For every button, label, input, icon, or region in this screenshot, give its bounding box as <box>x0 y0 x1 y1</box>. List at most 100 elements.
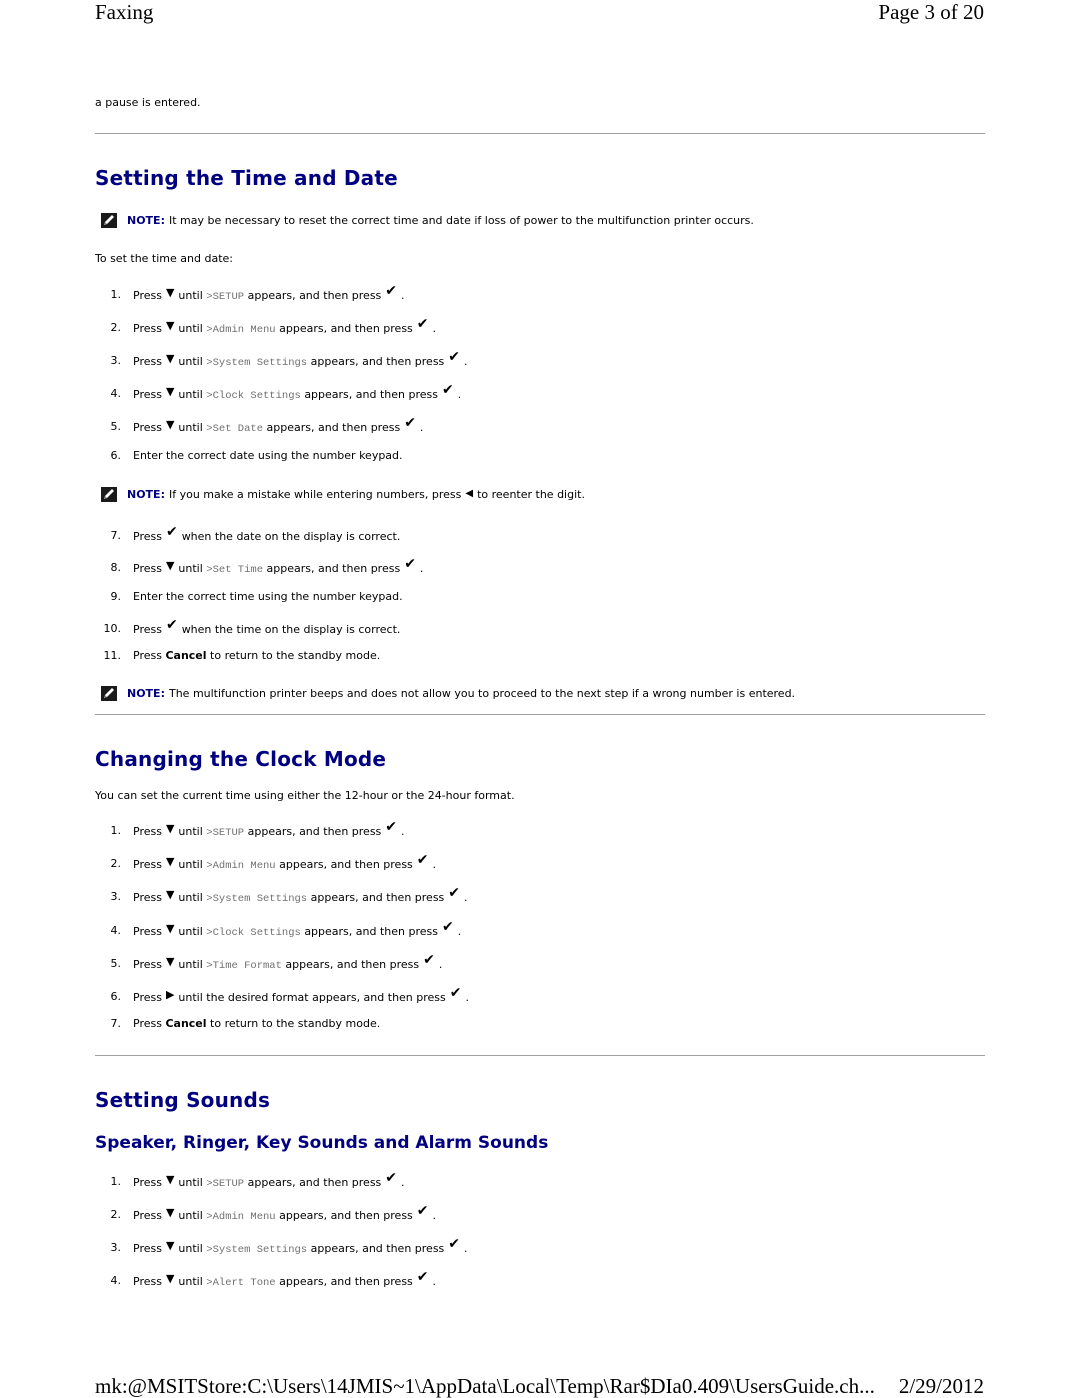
step-body: Press ▼ until >Set Date appears, and then … <box>133 416 423 436</box>
step-text: when the date on the display is correct. <box>181 530 401 543</box>
press-label: Press <box>133 649 162 662</box>
cancel-key-label: Cancel <box>165 1017 207 1030</box>
press-label: Press <box>133 355 162 368</box>
press-label: Press <box>133 1017 162 1030</box>
down-arrow-icon: ▼ <box>165 1206 175 1219</box>
section-divider <box>95 1055 985 1056</box>
note-label: NOTE: <box>127 213 165 227</box>
cancel-key-label: Cancel <box>165 649 207 662</box>
menu-item-name: >Set Time <box>206 564 264 576</box>
checkmark-icon: ✔ <box>165 617 178 633</box>
step-text: appears, and then press <box>285 958 420 971</box>
pencil-note-icon <box>101 213 117 228</box>
period: . <box>432 322 437 335</box>
down-arrow-icon: ▼ <box>165 418 175 431</box>
step-body: Press ▼ until >Admin Menu appears, and the… <box>133 1204 437 1224</box>
heading-setting-time-date: Setting the Time and Date <box>95 166 398 190</box>
menu-item-name: >Set Date <box>206 423 264 435</box>
down-arrow-icon: ▼ <box>165 955 175 968</box>
period: . <box>432 858 437 871</box>
step-number: 6. <box>110 449 122 462</box>
menu-item-name: >Clock Settings <box>206 927 301 939</box>
period: . <box>464 355 468 368</box>
down-arrow-icon: ▼ <box>165 1272 175 1285</box>
checkmark-icon: ✔ <box>449 985 462 1001</box>
step-text: appears, and then press <box>266 562 401 575</box>
period: . <box>419 562 424 575</box>
step-text: appears, and then press <box>304 388 438 401</box>
period: . <box>432 1209 437 1222</box>
period: . <box>401 825 405 838</box>
until-label: until <box>178 958 203 971</box>
press-label: Press <box>133 322 162 335</box>
down-arrow-icon: ▼ <box>165 888 175 901</box>
document-title: Faxing <box>95 0 154 24</box>
heading-clock-mode: Changing the Clock Mode <box>95 747 387 771</box>
step-body: Press ▼ until >SETUP appears, and then pre… <box>133 284 405 304</box>
press-label: Press <box>133 1275 162 1288</box>
press-label: Press <box>133 562 162 575</box>
press-label: Press <box>133 858 162 871</box>
step-text: appears, and then press <box>279 858 413 871</box>
menu-item-name: >Clock Settings <box>206 390 301 402</box>
until-label: until <box>178 562 203 575</box>
until-label: until <box>178 891 203 904</box>
checkmark-icon: ✔ <box>404 556 416 572</box>
step-number: 3. <box>110 354 122 367</box>
heading-setting-sounds: Setting Sounds <box>95 1088 271 1112</box>
menu-item-name: >Alert Tone <box>206 1277 276 1289</box>
checkmark-icon: ✔ <box>385 819 398 835</box>
menu-item-name: >Admin Menu <box>206 860 276 872</box>
step-body: Press ▼ until >SETUP appears, and then pre… <box>133 820 405 840</box>
step-text: Enter the correct time using the number … <box>133 590 403 603</box>
step-body: Press ▼ until >SETUP appears, and then pre… <box>133 1171 405 1191</box>
press-label: Press <box>133 825 162 838</box>
until-label: until <box>178 858 203 871</box>
step-body: Press ▼ until >Set Time appears, and then … <box>133 557 424 577</box>
step-number: 7. <box>110 1017 122 1030</box>
until-label: until <box>178 1242 203 1255</box>
lead-text: You can set the current time using eithe… <box>95 789 515 802</box>
step-number: 9. <box>110 590 122 603</box>
step-number: 1. <box>110 288 122 301</box>
step-text: appears, and then press <box>304 925 438 938</box>
period: . <box>457 925 462 938</box>
checkmark-icon: ✔ <box>385 1170 398 1186</box>
until-label: until <box>178 925 203 938</box>
period: . <box>457 388 462 401</box>
press-label: Press <box>133 991 162 1004</box>
step-body: Press Cancel to return to the standby mo… <box>133 1017 380 1031</box>
step-text: to return to the standby mode. <box>210 649 381 662</box>
step-body: Press ▶ until the desired format appears, … <box>133 986 470 1005</box>
step-body: Press ▼ until >Clock Settings appears, and… <box>133 383 462 403</box>
step-number: 2. <box>110 857 122 870</box>
step-body: Press ▼ until >Alert Tone appears, and the… <box>133 1270 436 1290</box>
menu-item-name: >SETUP <box>206 827 245 839</box>
until-label: until <box>178 388 203 401</box>
press-label: Press <box>133 1176 162 1189</box>
checkmark-icon: ✔ <box>404 415 416 431</box>
checkmark-icon: ✔ <box>448 885 461 901</box>
left-arrow-icon: ◀ <box>465 487 474 499</box>
down-arrow-icon: ▼ <box>165 319 175 332</box>
step-text: appears, and then press <box>310 891 445 904</box>
footer-date: 2/29/2012 <box>898 1374 984 1398</box>
step-body: Press ▼ until >System Settings appears, an… <box>133 1237 468 1257</box>
step-text: appears, and then press <box>266 421 401 434</box>
period: . <box>465 991 470 1004</box>
note-text: to reenter the digit. <box>477 487 585 501</box>
step-text: when the time on the display is correct. <box>181 623 401 636</box>
step-number: 2. <box>110 1208 122 1221</box>
step-number: 4. <box>110 387 122 400</box>
menu-item-name: >Admin Menu <box>206 1211 276 1223</box>
note-wrong-number: NOTE: The multifunction printer beeps an… <box>101 686 795 701</box>
step-body: Press ▼ until >Admin Menu appears, and the… <box>133 853 437 873</box>
down-arrow-icon: ▼ <box>165 286 175 299</box>
until-label: until <box>178 1275 203 1288</box>
down-arrow-icon: ▼ <box>165 1173 175 1186</box>
menu-item-name: >System Settings <box>206 893 308 905</box>
until-label: until <box>178 355 203 368</box>
step-text: appears, and then press <box>247 1176 382 1189</box>
down-arrow-icon: ▼ <box>165 922 175 935</box>
step-body: Press ✔ when the date on the display is co… <box>133 525 401 544</box>
